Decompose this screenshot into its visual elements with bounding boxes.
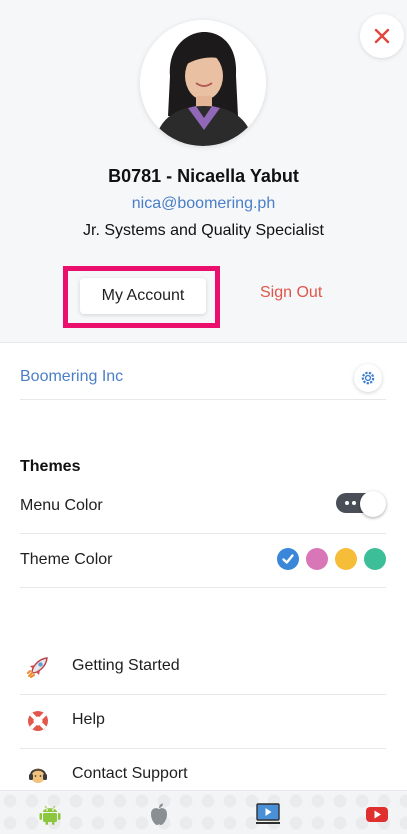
organization-row[interactable]: Boomering Inc <box>20 356 386 400</box>
nav-item-getting-started[interactable]: Getting Started <box>20 641 386 695</box>
sign-out-link[interactable]: Sign Out <box>260 284 322 302</box>
profile-role: Jr. Systems and Quality Specialist <box>83 222 324 239</box>
themes-heading: Themes <box>20 458 81 475</box>
check-icon <box>282 554 294 564</box>
theme-color-green[interactable] <box>364 548 386 570</box>
app-links-footer <box>0 790 407 834</box>
lifebuoy-icon <box>28 711 48 731</box>
apple-icon[interactable] <box>146 801 172 827</box>
theme-color-yellow[interactable] <box>335 548 357 570</box>
nav-label-getting-started: Getting Started <box>72 657 180 674</box>
profile-name: B0781 - Nicaella Yabut <box>108 166 299 186</box>
theme-color-pink[interactable] <box>306 548 328 570</box>
organization-name[interactable]: Boomering Inc <box>20 368 123 386</box>
headset-icon <box>29 768 47 783</box>
youtube-icon[interactable] <box>364 801 390 827</box>
rocket-icon <box>27 657 48 678</box>
theme-color-row: Theme Color <box>20 532 386 588</box>
menu-color-toggle[interactable] <box>336 491 386 517</box>
toggle-knob <box>360 491 386 517</box>
profile-header: B0781 - Nicaella Yabut nica@boomering.ph… <box>0 0 407 343</box>
nav-label-contact-support: Contact Support <box>72 765 188 782</box>
video-tutorial-icon[interactable] <box>255 801 281 827</box>
profile-email[interactable]: nica@boomering.ph <box>0 195 407 213</box>
menu-color-row: Menu Color <box>20 478 386 534</box>
nav-label-help: Help <box>72 711 105 728</box>
close-button[interactable] <box>360 14 404 58</box>
theme-color-label: Theme Color <box>20 551 113 568</box>
avatar <box>140 20 266 146</box>
theme-color-blue[interactable] <box>277 548 299 570</box>
organization-settings-button[interactable] <box>354 364 382 392</box>
android-icon[interactable] <box>37 801 63 827</box>
menu-color-label: Menu Color <box>20 497 103 514</box>
nav-item-help[interactable]: Help <box>20 695 386 749</box>
close-icon <box>374 28 390 44</box>
gear-icon <box>361 371 375 385</box>
my-account-button[interactable]: My Account <box>80 278 206 314</box>
